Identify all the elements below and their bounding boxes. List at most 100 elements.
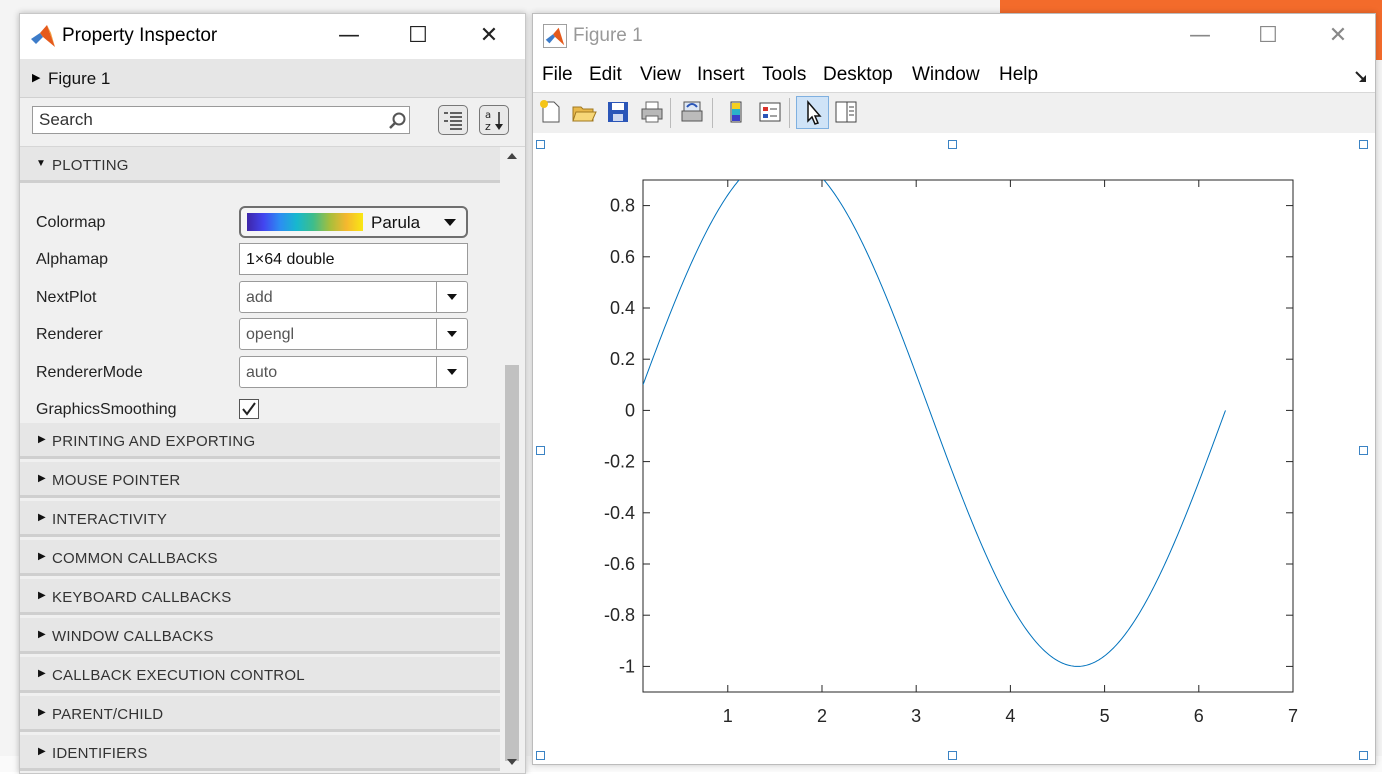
chevron-down-icon bbox=[436, 282, 467, 312]
search-input[interactable] bbox=[32, 106, 410, 134]
y-tick-label: -0.6 bbox=[604, 554, 635, 574]
search-icon bbox=[389, 112, 406, 129]
graphicssmoothing-checkbox[interactable] bbox=[239, 399, 259, 419]
expand-arrow-icon: ▶ bbox=[38, 434, 46, 445]
section-label: COMMON CALLBACKS bbox=[52, 550, 218, 567]
new-figure-icon[interactable] bbox=[537, 99, 563, 125]
renderer-label: Renderer bbox=[36, 326, 103, 343]
x-tick-label: 7 bbox=[1288, 706, 1298, 726]
print-icon[interactable] bbox=[639, 99, 665, 125]
chevron-down-icon bbox=[436, 357, 467, 387]
graphicssmoothing-label: GraphicsSmoothing bbox=[36, 401, 177, 418]
link-plot-icon[interactable] bbox=[679, 99, 705, 125]
menu-edit[interactable]: Edit bbox=[589, 64, 622, 86]
minimize-button[interactable]: — bbox=[334, 22, 364, 50]
matlab-logo-icon bbox=[31, 25, 55, 47]
renderer-value: opengl bbox=[246, 326, 295, 343]
menu-window[interactable]: Window bbox=[912, 64, 980, 86]
collapse-arrow-icon: ▼ bbox=[36, 158, 46, 169]
window-title: Property Inspector bbox=[62, 25, 218, 46]
y-tick-label: 0 bbox=[625, 400, 635, 420]
vertical-scrollbar[interactable] bbox=[502, 147, 522, 773]
svg-text:z: z bbox=[485, 120, 491, 133]
figure-window: Figure 1 — ☐ ✕ File Edit View Insert Too… bbox=[532, 13, 1376, 765]
axes[interactable]: 0.8 0.6 0.4 0.2 0 -0.2 -0.4 -0.6 -0.8 -1 1 2 3 4 5 6 7 bbox=[533, 133, 1375, 764]
nextplot-dropdown[interactable]: add bbox=[239, 281, 468, 313]
renderer-dropdown[interactable]: opengl bbox=[239, 318, 468, 350]
section-interactivity[interactable]: ▶ INTERACTIVITY bbox=[20, 501, 500, 537]
group-view-button[interactable] bbox=[438, 105, 468, 135]
colormap-label: Colormap bbox=[36, 214, 106, 231]
x-tick-label: 6 bbox=[1194, 706, 1204, 726]
menu-tools[interactable]: Tools bbox=[762, 64, 806, 86]
expand-arrow-icon: ▶ bbox=[38, 746, 46, 757]
edit-plot-button[interactable] bbox=[796, 96, 829, 129]
section-callback-execution-control[interactable]: ▶ CALLBACK EXECUTION CONTROL bbox=[20, 657, 500, 693]
menu-desktop[interactable]: Desktop bbox=[823, 64, 893, 86]
x-tick-label: 5 bbox=[1100, 706, 1110, 726]
scroll-up-icon[interactable] bbox=[507, 153, 517, 159]
renderermode-value: auto bbox=[246, 364, 278, 381]
x-tick-label: 3 bbox=[911, 706, 921, 726]
figure-toolbar bbox=[533, 92, 1375, 134]
y-tick-label: 0.2 bbox=[610, 349, 635, 369]
section-label: MOUSE POINTER bbox=[52, 472, 181, 489]
sort-alphabetical-button[interactable]: a z bbox=[479, 105, 509, 135]
alphamap-field[interactable]: 1×64 double bbox=[239, 243, 468, 275]
expand-arrow-icon: ▶ bbox=[38, 512, 46, 523]
menu-insert[interactable]: Insert bbox=[697, 64, 745, 86]
menu-file[interactable]: File bbox=[542, 64, 573, 86]
menu-help[interactable]: Help bbox=[999, 64, 1038, 86]
figure-canvas[interactable]: 0.8 0.6 0.4 0.2 0 -0.2 -0.4 -0.6 -0.8 -1 1 2 3 4 5 6 7 bbox=[533, 133, 1375, 764]
menu-view[interactable]: View bbox=[640, 64, 681, 86]
expand-arrow-icon: ▶ bbox=[38, 668, 46, 679]
section-printing-and-exporting[interactable]: ▶ PRINTING AND EXPORTING bbox=[20, 423, 500, 459]
close-button[interactable]: ✕ bbox=[474, 22, 504, 50]
save-icon[interactable] bbox=[605, 99, 631, 125]
renderermode-dropdown[interactable]: auto bbox=[239, 356, 468, 388]
figure-titlebar: Figure 1 — ☐ ✕ bbox=[533, 14, 1375, 58]
y-tick-label: 0.8 bbox=[610, 196, 635, 216]
dock-arrow-icon[interactable] bbox=[1354, 70, 1368, 84]
grouped-list-icon bbox=[444, 112, 462, 130]
section-parent-child[interactable]: ▶ PARENT/CHILD bbox=[20, 696, 500, 732]
toolbar-separator bbox=[670, 98, 671, 128]
nextplot-value: add bbox=[246, 289, 273, 306]
inspector-titlebar: Property Inspector — ☐ ✕ bbox=[20, 14, 525, 59]
section-common-callbacks[interactable]: ▶ COMMON CALLBACKS bbox=[20, 540, 500, 576]
maximize-button[interactable]: ☐ bbox=[403, 22, 433, 50]
window-title: Figure 1 bbox=[573, 25, 643, 46]
section-label: INTERACTIVITY bbox=[52, 511, 168, 528]
close-button[interactable]: ✕ bbox=[1323, 22, 1353, 50]
section-mouse-pointer[interactable]: ▶ MOUSE POINTER bbox=[20, 462, 500, 498]
x-tick-label: 4 bbox=[1005, 706, 1015, 726]
section-label: IDENTIFIERS bbox=[52, 745, 148, 762]
colormap-dropdown[interactable]: Parula bbox=[239, 206, 468, 238]
section-plotting[interactable]: ▼ PLOTTING bbox=[20, 147, 500, 183]
toolbar-separator bbox=[789, 98, 790, 128]
checkmark-icon bbox=[242, 402, 256, 416]
scroll-down-icon[interactable] bbox=[507, 759, 517, 765]
colormap-value: Parula bbox=[371, 213, 421, 232]
expand-arrow-icon: ▶ bbox=[38, 707, 46, 718]
section-keyboard-callbacks[interactable]: ▶ KEYBOARD CALLBACKS bbox=[20, 579, 500, 615]
y-tick-label: -0.8 bbox=[604, 605, 635, 625]
colormap-preview bbox=[247, 213, 363, 231]
object-label: Figure 1 bbox=[48, 69, 111, 88]
object-tree-node[interactable]: ▶ Figure 1 bbox=[20, 59, 525, 98]
open-file-icon[interactable] bbox=[571, 99, 597, 125]
maximize-button[interactable]: ☐ bbox=[1253, 22, 1283, 50]
section-label: PARENT/CHILD bbox=[52, 706, 164, 723]
section-identifiers[interactable]: ▶ IDENTIFIERS bbox=[20, 735, 500, 771]
minimize-button[interactable]: — bbox=[1185, 22, 1215, 50]
section-window-callbacks[interactable]: ▶ WINDOW CALLBACKS bbox=[20, 618, 500, 654]
toolbar-separator bbox=[712, 98, 713, 128]
scrollbar-thumb[interactable] bbox=[505, 365, 519, 761]
sort-az-icon: a z bbox=[485, 110, 503, 133]
insert-colorbar-icon[interactable] bbox=[723, 99, 749, 125]
section-label: PRINTING AND EXPORTING bbox=[52, 433, 256, 450]
x-tick-label: 2 bbox=[817, 706, 827, 726]
expand-arrow-icon: ▶ bbox=[38, 629, 46, 640]
property-editor-icon[interactable] bbox=[833, 99, 859, 125]
insert-legend-icon[interactable] bbox=[757, 99, 783, 125]
